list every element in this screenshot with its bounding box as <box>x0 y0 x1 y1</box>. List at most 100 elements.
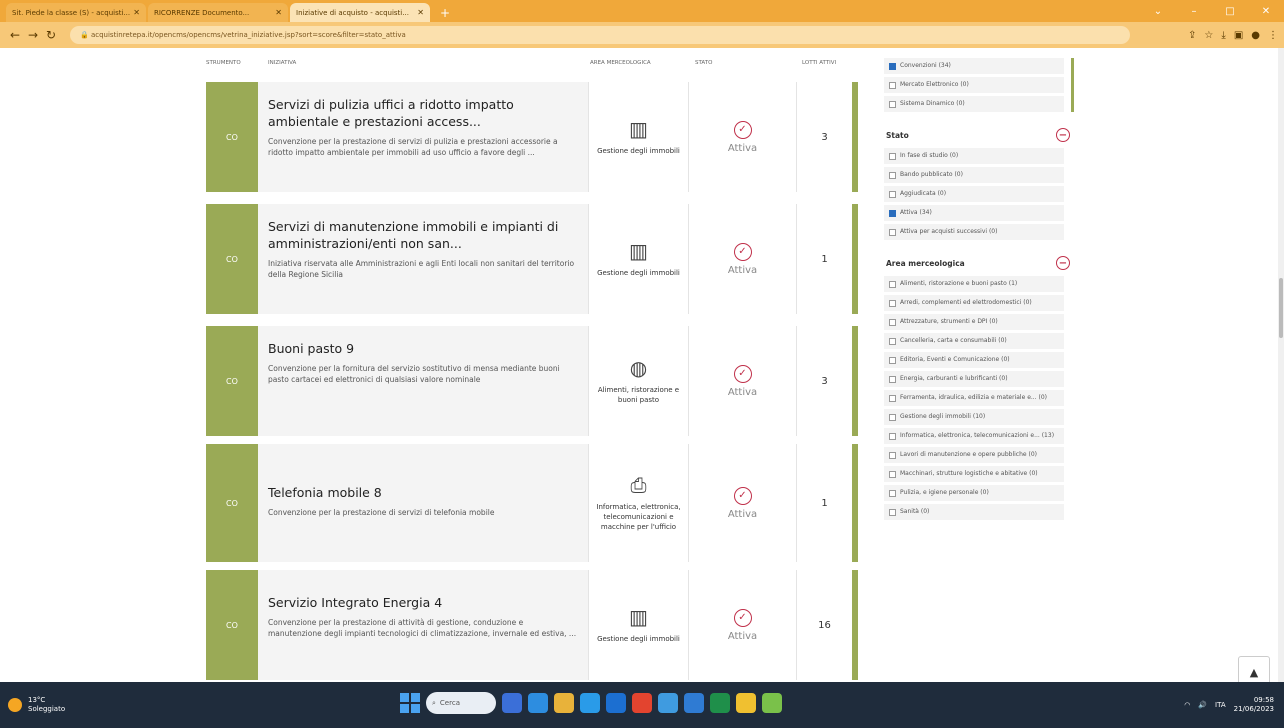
chrome-icon[interactable] <box>736 693 756 713</box>
filter-item[interactable]: In fase di studio (0) <box>884 148 1064 164</box>
checkbox[interactable] <box>889 81 896 89</box>
reload-icon[interactable]: ↻ <box>42 28 60 42</box>
checkbox[interactable] <box>889 228 896 236</box>
sidepanel-icon[interactable]: ▣ <box>1234 30 1243 41</box>
share-icon[interactable]: ⇪ <box>1188 30 1196 41</box>
filter-item[interactable]: Cancelleria, carta e consumabili (0) <box>884 333 1064 349</box>
col-header-iniziativa[interactable]: INIZIATIVA <box>268 60 296 66</box>
checkbox[interactable] <box>889 337 896 345</box>
checkbox[interactable] <box>889 209 896 217</box>
collapse-icon[interactable]: − <box>1056 128 1070 142</box>
filter-item[interactable]: Informatica, elettronica, telecomunicazi… <box>884 428 1064 444</box>
checkbox[interactable] <box>889 100 896 108</box>
card-title[interactable]: Servizio Integrato Energia 4 <box>268 594 578 611</box>
clock[interactable]: 09:58 21/06/2023 <box>1234 696 1274 714</box>
initiative-card[interactable]: CO Servizio Integrato Energia 4 Convenzi… <box>206 570 858 680</box>
scrollbar-thumb[interactable] <box>1279 278 1283 338</box>
col-header-stato[interactable]: STATO <box>695 60 712 66</box>
close-icon[interactable]: ✕ <box>417 8 424 17</box>
store-icon[interactable] <box>580 693 600 713</box>
language-indicator[interactable]: ITA <box>1215 701 1226 710</box>
office-icon[interactable] <box>632 693 652 713</box>
edge-icon[interactable] <box>528 693 548 713</box>
card-title[interactable]: Servizi di pulizia uffici a ridotto impa… <box>268 96 578 130</box>
checkbox[interactable] <box>889 299 896 307</box>
card-title[interactable]: Servizi di manutenzione immobili e impia… <box>268 218 578 252</box>
volume-icon[interactable]: 🔊 <box>1198 701 1207 710</box>
checkbox[interactable] <box>889 394 896 402</box>
minimize-button[interactable]: – <box>1176 6 1212 17</box>
card-title[interactable]: Buoni pasto 9 <box>268 340 578 357</box>
word-icon[interactable] <box>684 693 704 713</box>
initiative-card[interactable]: CO Telefonia mobile 8 Convenzione per la… <box>206 444 858 562</box>
filter-item[interactable]: Attiva (34) <box>884 205 1064 221</box>
taskbar-search[interactable]: ⌕ Cerca <box>426 692 496 714</box>
col-header-area[interactable]: AREA MERCEOLOGICA <box>590 60 651 66</box>
initiative-card[interactable]: CO Servizi di manutenzione immobili e im… <box>206 204 858 314</box>
task-view-icon[interactable] <box>502 693 522 713</box>
outlook-icon[interactable] <box>606 693 626 713</box>
filter-item[interactable]: Alimenti, ristorazione e buoni pasto (1) <box>884 276 1064 292</box>
filter-item[interactable]: Sistema Dinamico (0) <box>884 96 1064 112</box>
wifi-icon[interactable]: ◠ <box>1184 701 1190 710</box>
filter-item[interactable]: Lavori di manutenzione e opere pubbliche… <box>884 447 1064 463</box>
filter-item[interactable]: Arredi, complementi ed elettrodomestici … <box>884 295 1064 311</box>
area-filter-header[interactable]: Area merceologica − <box>878 250 1074 276</box>
checkbox[interactable] <box>889 356 896 364</box>
browser-tab-1[interactable]: Sit. Piede la classe (S) - acquisti... ✕ <box>6 3 146 22</box>
checkbox[interactable] <box>889 318 896 326</box>
back-arrow-icon[interactable]: ← <box>6 28 24 42</box>
close-icon[interactable]: ✕ <box>275 8 282 17</box>
checkbox[interactable] <box>889 470 896 478</box>
filter-item[interactable]: Bando pubblicato (0) <box>884 167 1064 183</box>
checkbox[interactable] <box>889 62 896 70</box>
col-header-strumento[interactable]: STRUMENTO <box>206 60 241 66</box>
profile-icon[interactable]: ● <box>1251 30 1260 41</box>
card-title[interactable]: Telefonia mobile 8 <box>268 484 578 501</box>
filter-item[interactable]: Aggiudicata (0) <box>884 186 1064 202</box>
checkbox[interactable] <box>889 171 896 179</box>
filter-item[interactable]: Energia, carburanti e lubrificanti (0) <box>884 371 1064 387</box>
close-window-button[interactable]: ✕ <box>1248 6 1284 17</box>
star-icon[interactable]: ☆ <box>1204 30 1213 41</box>
filter-item[interactable]: Attiva per acquisti successivi (0) <box>884 224 1064 240</box>
checkbox[interactable] <box>889 280 896 288</box>
checkbox[interactable] <box>889 508 896 516</box>
browser-tab-2[interactable]: RICORRENZE Documento... ✕ <box>148 3 288 22</box>
checkbox[interactable] <box>889 451 896 459</box>
windows-start-icon[interactable] <box>400 693 420 713</box>
filter-item[interactable]: Attrezzature, strumenti e DPI (0) <box>884 314 1064 330</box>
stato-filter-header[interactable]: Stato − <box>878 122 1074 148</box>
filter-item[interactable]: Gestione degli immobili (10) <box>884 409 1064 425</box>
filter-item[interactable]: Editoria, Eventi e Comunicazione (0) <box>884 352 1064 368</box>
app-icon[interactable] <box>658 693 678 713</box>
browser-tab-3[interactable]: Iniziative di acquisto - acquisti... ✕ <box>290 3 430 22</box>
filter-item[interactable]: Sanità (0) <box>884 504 1064 520</box>
file-explorer-icon[interactable] <box>554 693 574 713</box>
collapse-icon[interactable]: − <box>1056 256 1070 270</box>
filter-item[interactable]: Mercato Elettronico (0) <box>884 77 1064 93</box>
menu-icon[interactable]: ⋮ <box>1268 30 1278 41</box>
close-icon[interactable]: ✕ <box>133 8 140 17</box>
initiative-card[interactable]: CO Buoni pasto 9 Convenzione per la forn… <box>206 326 858 436</box>
new-tab-button[interactable]: + <box>432 3 458 22</box>
checkbox[interactable] <box>889 152 896 160</box>
url-field[interactable]: 🔒 acquistinretepa.it/opencms/opencms/vet… <box>70 26 1130 44</box>
weather-widget[interactable]: 13°C Soleggiato <box>8 696 65 714</box>
checkbox[interactable] <box>889 375 896 383</box>
checkbox[interactable] <box>889 413 896 421</box>
filter-item[interactable]: Ferramenta, idraulica, edilizia e materi… <box>884 390 1064 406</box>
filter-item[interactable]: Convenzioni (34) <box>884 58 1064 74</box>
app-icon[interactable] <box>762 693 782 713</box>
checkbox[interactable] <box>889 489 896 497</box>
forward-arrow-icon[interactable]: → <box>24 28 42 42</box>
maximize-button[interactable]: □ <box>1212 6 1248 17</box>
initiative-card[interactable]: CO Servizi di pulizia uffici a ridotto i… <box>206 82 858 192</box>
filter-item[interactable]: Macchinari, strutture logistiche e abita… <box>884 466 1064 482</box>
tab-search-button[interactable]: ⌄ <box>1140 6 1176 17</box>
excel-icon[interactable] <box>710 693 730 713</box>
checkbox[interactable] <box>889 432 896 440</box>
page-scrollbar[interactable] <box>1278 48 1284 682</box>
filter-item[interactable]: Pulizia, e igiene personale (0) <box>884 485 1064 501</box>
checkbox[interactable] <box>889 190 896 198</box>
